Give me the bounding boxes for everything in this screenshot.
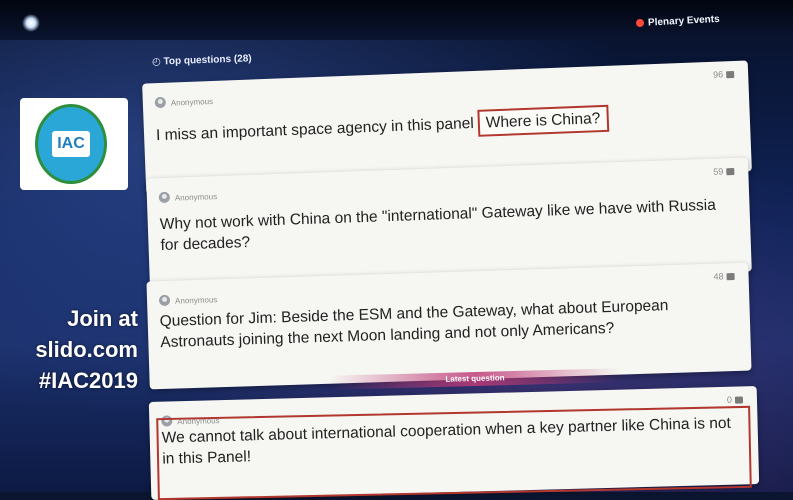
top-questions-label: Top questions (28) [163, 53, 252, 68]
lens-flare [22, 14, 40, 32]
avatar-icon [158, 191, 171, 204]
question-card[interactable]: Anonymous 48 Question for Jim: Beside th… [146, 262, 752, 390]
question-body: I miss an important space agency in this… [155, 114, 475, 145]
event-label-text: Plenary Events [647, 13, 720, 29]
iac-logo: IAC [35, 104, 107, 184]
slido-screen: Plenary Events IAC Join at slido.com #IA… [0, 0, 793, 500]
author-name: Anonymous [170, 96, 214, 108]
thumbs-up-icon[interactable] [726, 273, 735, 281]
thumbs-up-icon[interactable] [734, 396, 744, 404]
top-bar: Plenary Events [0, 0, 793, 40]
like-count-value: 59 [713, 166, 724, 177]
event-label: Plenary Events [635, 13, 720, 29]
clock-icon: ◴ [151, 56, 161, 68]
like-count-value: 96 [712, 69, 724, 80]
avatar-icon [154, 96, 167, 109]
author-name: Anonymous [174, 192, 218, 203]
highlight-frame [156, 405, 752, 500]
like-count-value: 48 [713, 271, 724, 282]
thumbs-up-icon[interactable] [726, 70, 735, 79]
top-questions-header: ◴ Top questions (28) [152, 53, 252, 67]
question-author: Anonymous [158, 293, 218, 307]
logo-text: IAC [52, 131, 90, 157]
like-count[interactable]: 48 [713, 271, 735, 282]
like-count[interactable]: 96 [712, 69, 735, 80]
avatar-icon [158, 294, 171, 307]
like-count-value: 0 [726, 394, 733, 405]
live-dot-icon [635, 18, 645, 28]
join-line: Join at [67, 306, 138, 331]
author-name: Anonymous [174, 295, 218, 306]
question-author: Anonymous [154, 95, 214, 109]
join-info: Join at slido.com #IAC2019 [20, 303, 138, 396]
join-line: slido.com [35, 337, 138, 362]
highlighted-text: Where is China? [477, 104, 609, 137]
join-line: #IAC2019 [38, 368, 138, 393]
question-text: Why not work with China on the "internat… [159, 196, 717, 255]
thumbs-up-icon[interactable] [726, 168, 735, 176]
question-text: Question for Jim: Beside the ESM and the… [159, 297, 669, 352]
logo-box: IAC [20, 98, 128, 190]
like-count[interactable]: 59 [713, 166, 735, 177]
question-text: I miss an important space agency in this… [155, 104, 609, 146]
question-author: Anonymous [158, 190, 218, 204]
like-count[interactable]: 0 [726, 394, 744, 405]
